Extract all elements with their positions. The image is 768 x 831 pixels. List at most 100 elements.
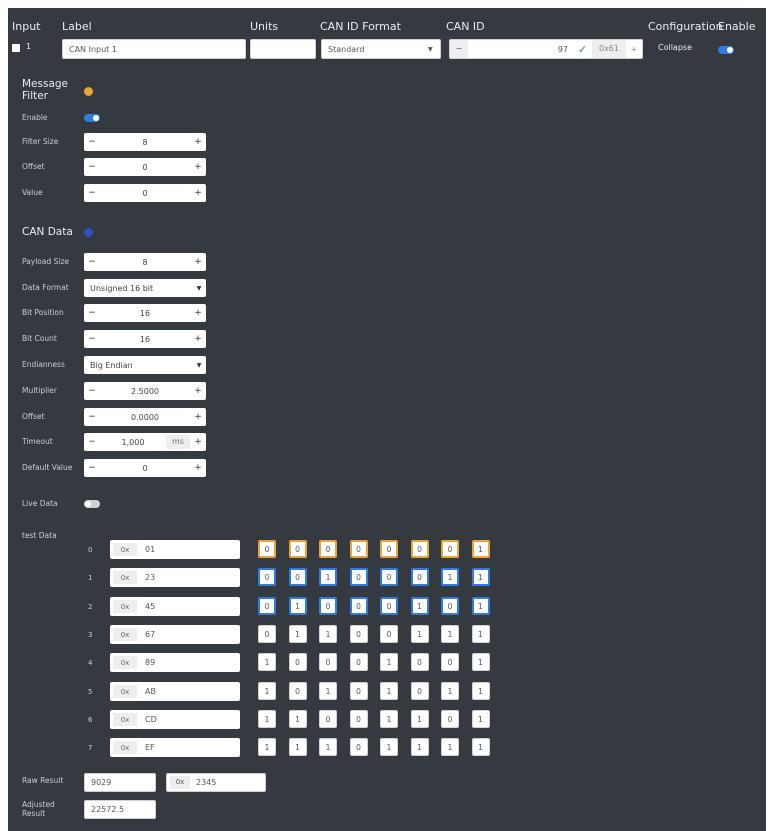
test-row-hex-input[interactable]: 0x CD — [110, 710, 240, 729]
bit-cell[interactable]: 1 — [380, 653, 398, 671]
bit-cell[interactable]: 1 — [319, 682, 337, 700]
can-id-decrement[interactable]: − — [450, 40, 468, 58]
mf-value-plus[interactable]: + — [190, 188, 206, 198]
bit-cell[interactable]: 0 — [410, 540, 429, 558]
bit-cell[interactable]: 0 — [258, 625, 276, 643]
bit-cell[interactable]: 1 — [471, 568, 490, 586]
bit-cell[interactable]: 0 — [410, 682, 429, 700]
bit-cell[interactable]: 1 — [410, 710, 429, 728]
bit-cell[interactable]: 0 — [441, 540, 459, 558]
bit-cell[interactable]: 0 — [380, 625, 398, 643]
multiplier-plus[interactable]: + — [190, 386, 206, 396]
timeout-plus[interactable]: + — [190, 437, 206, 447]
label-input[interactable]: CAN Input 1 — [62, 39, 246, 59]
bit-count-plus[interactable]: + — [190, 334, 206, 344]
multiplier-minus[interactable]: − — [84, 386, 100, 396]
cd-offset-plus[interactable]: + — [190, 412, 206, 422]
live-data-toggle[interactable] — [84, 500, 100, 508]
bit-cell[interactable]: 0 — [349, 597, 368, 615]
test-row-hex-input[interactable]: 0x 89 — [110, 653, 240, 672]
bit-cell[interactable]: 0 — [288, 568, 307, 586]
bit-cell[interactable]: 1 — [380, 710, 398, 728]
filter-size-stepper[interactable]: − 8 + — [84, 133, 206, 151]
bit-cell[interactable]: 1 — [471, 738, 490, 756]
bit-cell[interactable]: 1 — [410, 738, 429, 756]
bit-cell[interactable]: 0 — [288, 682, 307, 700]
collapse-button[interactable]: Collapse — [648, 43, 702, 52]
bit-cell[interactable]: 0 — [441, 653, 459, 671]
bit-cell[interactable]: 0 — [349, 568, 368, 586]
test-row-hex-input[interactable]: 0x AB — [110, 682, 240, 701]
mf-offset-minus[interactable]: − — [84, 162, 100, 172]
default-value-minus[interactable]: − — [84, 463, 100, 473]
bit-cell[interactable]: 0 — [410, 568, 429, 586]
bit-count-minus[interactable]: − — [84, 334, 100, 344]
bit-position-stepper[interactable]: − 16 + — [84, 304, 206, 322]
test-row-hex-input[interactable]: 0x 45 — [110, 597, 240, 616]
timeout-minus[interactable]: − — [84, 437, 100, 447]
bit-cell[interactable]: 1 — [258, 653, 276, 671]
payload-size-plus[interactable]: + — [190, 257, 206, 267]
test-row-hex-input[interactable]: 0x 01 — [110, 540, 240, 559]
cd-offset-stepper[interactable]: − 0.0000 + — [84, 408, 206, 426]
bit-cell[interactable]: 1 — [441, 625, 459, 643]
bit-cell[interactable]: 1 — [288, 597, 307, 615]
bit-cell[interactable]: 1 — [441, 738, 459, 756]
bit-cell[interactable]: 1 — [288, 625, 307, 643]
bit-cell[interactable]: 1 — [471, 597, 490, 615]
bit-cell[interactable]: 1 — [471, 540, 490, 558]
bit-cell[interactable]: 1 — [471, 682, 490, 700]
bit-cell[interactable]: 0 — [319, 653, 337, 671]
test-row-hex-input[interactable]: 0x EF — [110, 738, 240, 757]
bit-cell[interactable]: 0 — [349, 625, 368, 643]
bit-cell[interactable]: 0 — [380, 568, 398, 586]
select-checkbox[interactable] — [12, 44, 20, 52]
bit-cell[interactable]: 0 — [441, 710, 459, 728]
mf-offset-stepper[interactable]: − 0 + — [84, 158, 206, 176]
bit-cell[interactable]: 1 — [441, 682, 459, 700]
bit-cell[interactable]: 1 — [319, 738, 337, 756]
default-value-plus[interactable]: + — [190, 463, 206, 473]
bit-cell[interactable]: 0 — [349, 682, 368, 700]
payload-size-minus[interactable]: − — [84, 257, 100, 267]
bit-cell[interactable]: 1 — [258, 682, 276, 700]
bit-cell[interactable]: 0 — [258, 540, 276, 558]
bit-cell[interactable]: 0 — [410, 653, 429, 671]
bit-position-minus[interactable]: − — [84, 308, 100, 318]
bit-cell[interactable]: 0 — [258, 568, 276, 586]
units-input[interactable] — [250, 39, 316, 59]
bit-cell[interactable]: 0 — [349, 710, 368, 728]
bit-cell[interactable]: 0 — [349, 540, 368, 558]
bit-cell[interactable]: 0 — [441, 597, 459, 615]
payload-size-stepper[interactable]: − 8 + — [84, 253, 206, 271]
bit-cell[interactable]: 1 — [258, 710, 276, 728]
bit-cell[interactable]: 0 — [319, 540, 337, 558]
bit-cell[interactable]: 0 — [380, 597, 398, 615]
bit-cell[interactable]: 1 — [288, 710, 307, 728]
can-id-format-select[interactable]: Standard ▼ — [321, 39, 441, 59]
bit-cell[interactable]: 0 — [380, 540, 398, 558]
bit-cell[interactable]: 0 — [288, 653, 307, 671]
bit-cell[interactable]: 0 — [319, 710, 337, 728]
mf-value-minus[interactable]: − — [84, 188, 100, 198]
bit-cell[interactable]: 1 — [410, 597, 429, 615]
data-format-select[interactable]: Unsigned 16 bit ▼ — [84, 279, 206, 297]
test-row-hex-input[interactable]: 0x 23 — [110, 568, 240, 587]
bit-position-plus[interactable]: + — [190, 308, 206, 318]
bit-cell[interactable]: 0 — [288, 540, 307, 558]
bit-cell[interactable]: 1 — [410, 625, 429, 643]
bit-cell[interactable]: 1 — [380, 682, 398, 700]
bit-cell[interactable]: 1 — [471, 653, 490, 671]
bit-cell[interactable]: 1 — [471, 710, 490, 728]
can-id-increment[interactable]: + — [626, 45, 642, 54]
test-row-hex-input[interactable]: 0x 67 — [110, 625, 240, 644]
multiplier-stepper[interactable]: − 2.5000 + — [84, 382, 206, 400]
bit-cell[interactable]: 0 — [319, 597, 337, 615]
mf-offset-plus[interactable]: + — [190, 162, 206, 172]
mf-value-stepper[interactable]: − 0 + — [84, 184, 206, 202]
bit-count-stepper[interactable]: − 16 + — [84, 330, 206, 348]
can-id-field[interactable]: − 97 ✓ 0x61 + — [449, 39, 643, 59]
bit-cell[interactable]: 1 — [319, 568, 337, 586]
filter-size-minus[interactable]: − — [84, 137, 100, 147]
bit-cell[interactable]: 1 — [471, 625, 490, 643]
